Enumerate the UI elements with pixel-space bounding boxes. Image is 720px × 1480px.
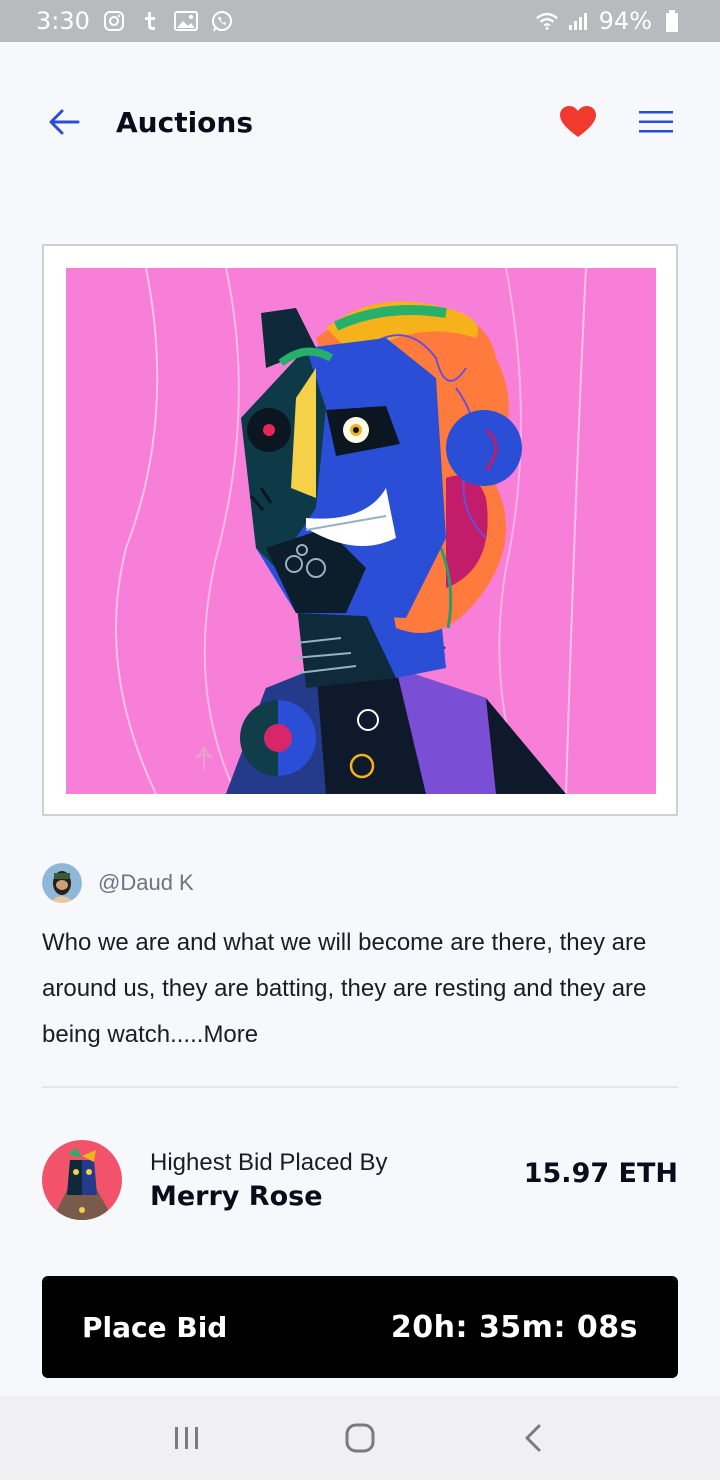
image-icon [173,9,198,33]
divider [42,1086,678,1088]
author[interactable]: @Daud K [42,862,194,904]
header-actions [558,102,676,142]
description-text: Who we are and what we will become are t… [42,929,647,1048]
author-avatar[interactable] [42,863,82,903]
recent-apps-icon [174,1427,198,1449]
hamburger-menu-icon [639,111,673,133]
back-button[interactable] [44,102,84,142]
battery-percent: 94% [598,7,652,35]
wifi-icon [535,9,559,33]
instagram-icon [102,9,126,33]
bidder-avatar[interactable] [42,1140,122,1220]
back-nav-icon [525,1424,541,1452]
artwork-description: Who we are and what we will become are t… [42,920,678,1058]
more-link[interactable]: More [203,1021,258,1048]
heart-icon [560,106,596,137]
recent-apps-button[interactable] [157,1408,217,1468]
status-left: 3:30 [36,7,234,35]
bidder-name[interactable]: Merry Rose [150,1181,387,1212]
author-handle[interactable]: @Daud K [98,870,194,896]
status-right: 94% [535,7,684,35]
home-icon [345,1423,375,1453]
signal-icon [567,9,591,33]
whatsapp-icon [210,9,234,33]
artwork-image[interactable] [66,268,656,794]
place-bid-button[interactable]: Place Bid 20h: 35m: 08s [42,1276,678,1378]
status-bar: 3:30 94% [0,0,720,42]
auction-countdown: 20h: 35m: 08s [390,1309,638,1345]
bid-amount: 15.97 ETH [523,1158,678,1189]
artwork-frame[interactable] [42,244,678,816]
app-header: Auctions [0,82,720,162]
highest-bid: Highest Bid Placed By Merry Rose 15.97 E… [42,1140,678,1220]
menu-button[interactable] [636,102,676,142]
status-time: 3:30 [36,7,90,35]
bid-info: Highest Bid Placed By Merry Rose [150,1149,387,1212]
back-nav-button[interactable] [503,1408,563,1468]
favorite-button[interactable] [558,102,598,142]
system-nav-bar [0,1396,720,1480]
arrow-left-icon [49,109,80,135]
tumblr-icon [138,9,162,33]
page-title: Auctions [116,105,254,139]
place-bid-label: Place Bid [82,1310,228,1344]
home-button[interactable] [330,1408,390,1468]
battery-icon [660,9,684,33]
bid-caption: Highest Bid Placed By [150,1148,388,1176]
